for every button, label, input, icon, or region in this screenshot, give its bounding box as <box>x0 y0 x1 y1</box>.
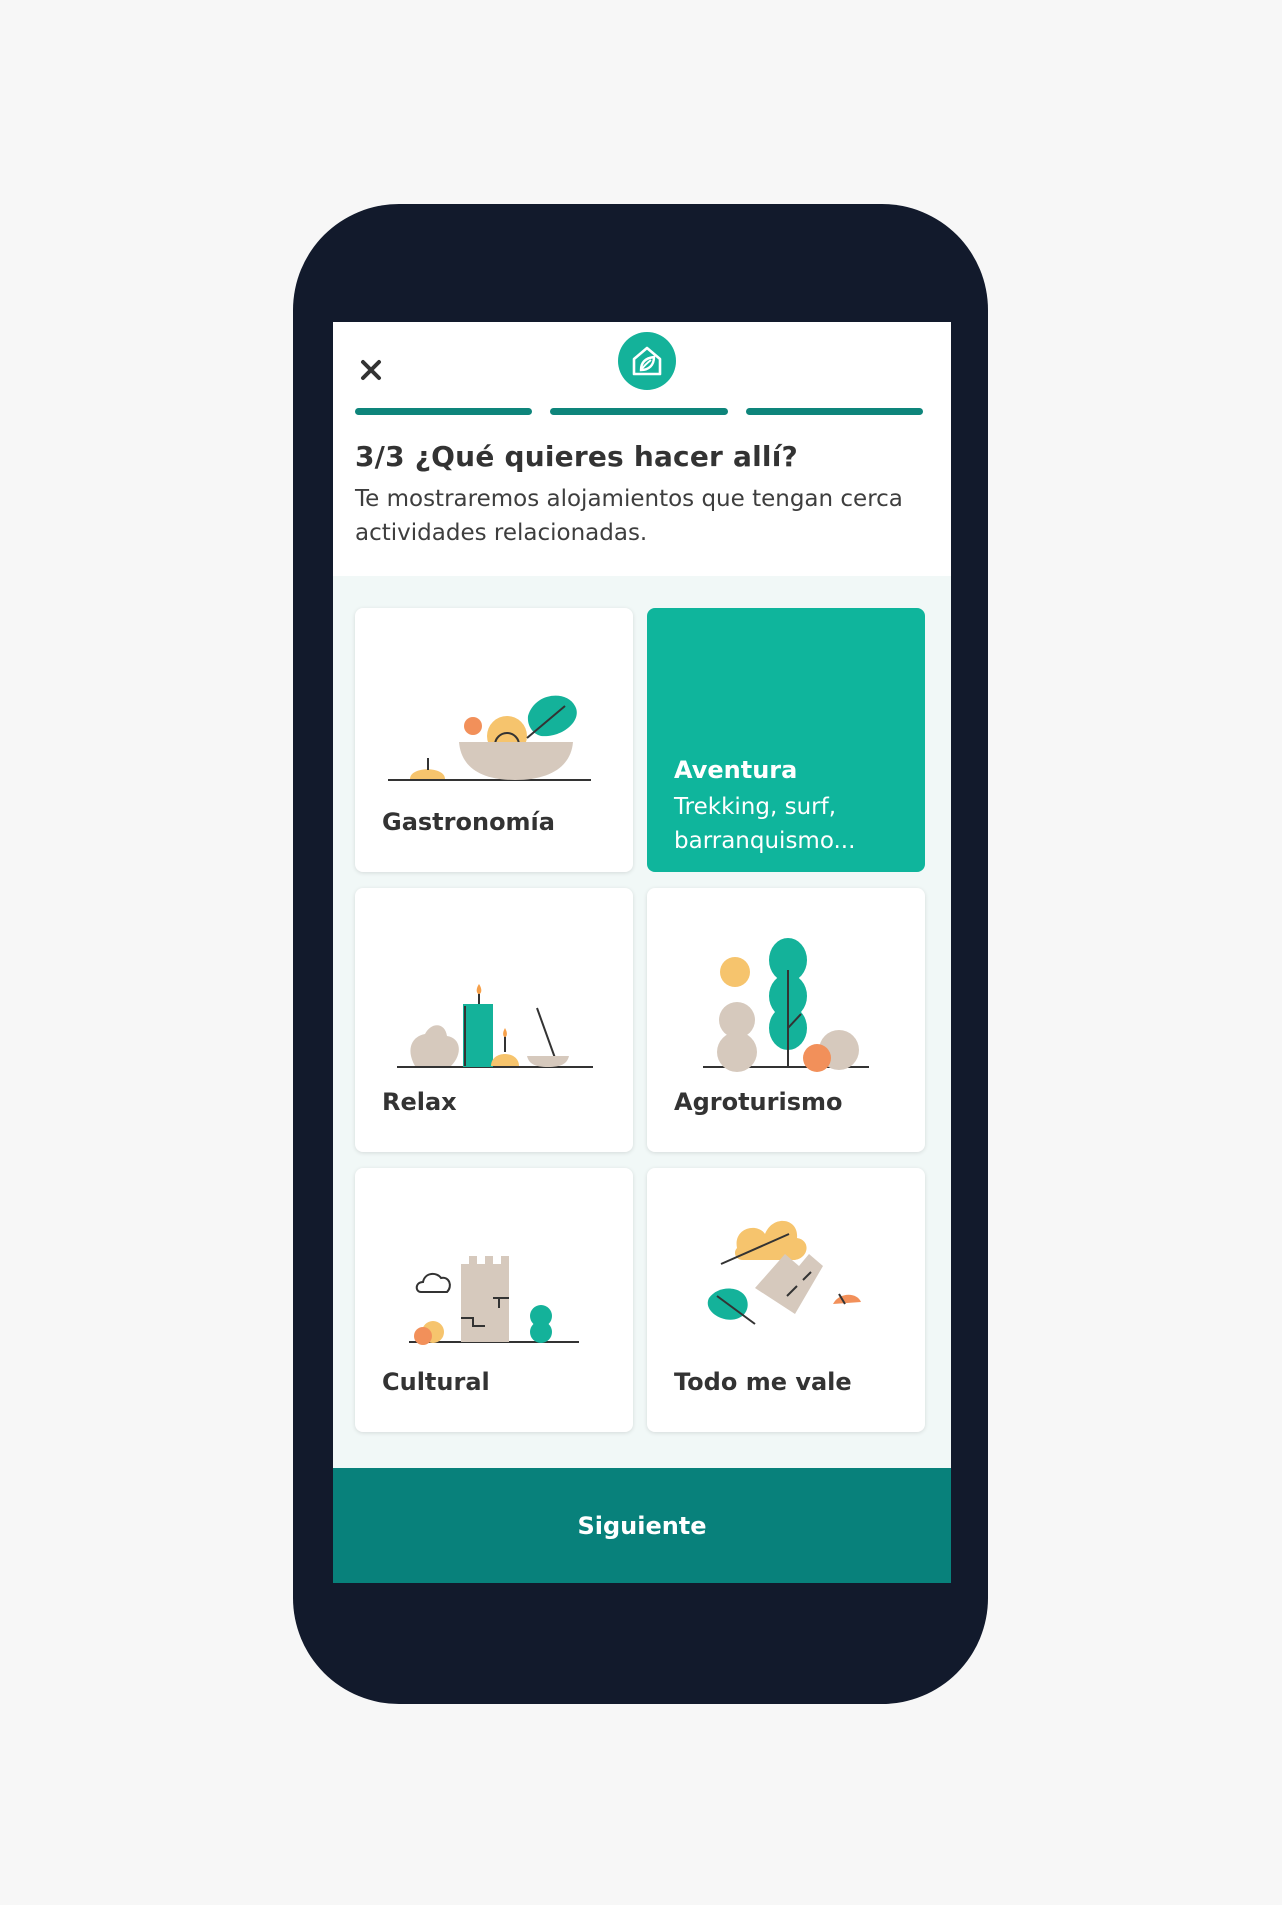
close-icon <box>361 360 381 380</box>
progress-step-1 <box>355 408 533 415</box>
option-label: Relax <box>382 1088 457 1116</box>
option-card-relax[interactable]: Relax <box>355 888 633 1152</box>
mixed-illustration <box>707 1220 861 1325</box>
progress-bar <box>355 408 923 415</box>
option-card-aventura[interactable]: Aventura Trekking, surf, barranquismo... <box>647 608 925 872</box>
next-button-label: Siguiente <box>577 1511 707 1540</box>
page-subtitle: Te mostraremos alojamientos que tengan c… <box>355 486 903 546</box>
header: 3/3 ¿Qué quieres hacer allí? Te mostrare… <box>333 322 951 576</box>
option-card-todo-me-vale[interactable]: Todo me vale <box>647 1168 925 1432</box>
option-label: Agroturismo <box>674 1088 843 1116</box>
app-screen: 3/3 ¿Qué quieres hacer allí? Te mostrare… <box>333 322 951 1583</box>
option-card-cultural[interactable]: Cultural <box>355 1168 633 1432</box>
page-title: 3/3 ¿Qué quieres hacer allí? <box>355 440 798 473</box>
option-description: Trekking, surf, barranquismo... <box>674 794 856 854</box>
food-bowl-illustration <box>388 695 591 781</box>
option-label: Todo me vale <box>674 1368 852 1396</box>
option-label: Cultural <box>382 1368 490 1396</box>
option-card-agroturismo[interactable]: Agroturismo <box>647 888 925 1152</box>
option-label: Gastronomía <box>382 808 555 836</box>
next-button[interactable]: Siguiente <box>333 1468 951 1583</box>
progress-step-3 <box>745 408 923 415</box>
option-label: Aventura <box>674 756 798 784</box>
tower-illustration <box>409 1256 579 1345</box>
close-button[interactable] <box>353 352 389 388</box>
trees-illustration <box>703 938 869 1072</box>
candles-illustration <box>397 984 593 1068</box>
option-card-gastronomia[interactable]: Gastronomía <box>355 608 633 872</box>
progress-step-2 <box>550 408 728 415</box>
house-leaf-logo-icon <box>618 332 676 390</box>
